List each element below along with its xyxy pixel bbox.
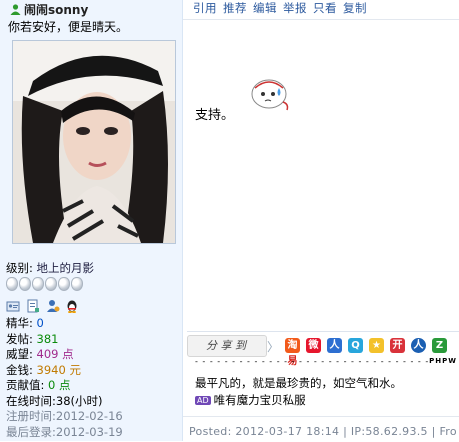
edit-link[interactable]: 编辑 — [253, 1, 277, 15]
stat-last-login: 最后登录:2012-03-19 — [6, 424, 123, 439]
username[interactable]: 闹闹sonny — [10, 1, 88, 18]
message-icon[interactable] — [26, 299, 40, 313]
signature-motto: 最平凡的，就是最珍贵的，如空气和水。 — [195, 376, 402, 390]
share-people-icon[interactable]: 人 — [411, 338, 426, 353]
signature-separator: - - - - - - - - - - - - - - - - - - - - … — [195, 357, 457, 366]
post-footer: Posted: 2012-03-17 18:14 | IP:58.62.93.5… — [183, 416, 459, 442]
share-bar: 分 享 到 〉 淘微人 Q ★ 开人 Z易 — [187, 331, 459, 369]
share-qzone-icon[interactable]: Q — [348, 338, 363, 353]
ad-link[interactable]: AD 唯有魔力宝贝私服 — [195, 392, 306, 408]
stat-online: 在线时间:38(小时) — [6, 393, 103, 408]
user-signature: 你若安好，便是晴天。 — [8, 20, 129, 34]
stat-money: 金钱: 3940 元 — [6, 362, 81, 377]
avatar[interactable] — [12, 40, 176, 244]
level-orb-icon — [6, 277, 18, 291]
recommend-link[interactable]: 推荐 — [223, 1, 247, 15]
divider — [183, 19, 459, 20]
post-body: 引用 推荐 编辑 举报 只看 复制 支持。 分 享 到 〉 淘微人 Q ★ 开人 Z易 - - -… — [183, 0, 459, 441]
share-zhuaxia-icon[interactable]: Z — [432, 338, 447, 353]
qq-penguin-icon[interactable] — [65, 299, 79, 313]
stat-posts: 发帖: 381 — [6, 331, 59, 346]
quote-link[interactable]: 引用 — [193, 1, 217, 15]
stat-contrib: 贡献值: 0 点 — [6, 378, 71, 392]
user-level: 级别: 地上的月影 — [6, 261, 95, 275]
ad-badge: AD — [195, 396, 211, 405]
user-stats: 精华: 0 发帖: 381 威望: 409 点 金钱: 3940 元 贡献值: … — [6, 316, 123, 440]
share-arrow-icon: 〉 — [267, 340, 280, 354]
level-orb-icon — [71, 277, 83, 291]
level-orb-icon — [32, 277, 44, 291]
posted-info: Posted: 2012-03-17 18:14 | IP:58.62.93.5… — [189, 425, 457, 438]
user-sidebar: 闹闹sonny 你若安好，便是晴天。 级别: 地上的月影 精华: 0 发帖: 3… — [0, 0, 183, 441]
stat-jinghua: 精华: 0 — [6, 316, 44, 330]
only-view-link[interactable]: 只看 — [313, 1, 337, 15]
level-orb-icon — [19, 277, 31, 291]
share-weibo-icon[interactable]: 微 — [306, 338, 321, 353]
add-friend-icon[interactable] — [46, 299, 60, 313]
copy-link[interactable]: 复制 — [343, 1, 367, 15]
share-kaixin-icon[interactable]: 开 — [390, 338, 405, 353]
stat-weiwang: 威望: 409 点 — [6, 347, 74, 361]
stat-register-time: 注册时间:2012-02-16 — [6, 409, 123, 423]
post-content: 支持。 — [195, 108, 235, 123]
avatar-image — [13, 41, 175, 243]
level-orb-icon — [45, 277, 57, 291]
user-green-icon — [10, 4, 21, 15]
share-taobao-icon[interactable]: 淘 — [285, 338, 300, 353]
emoticon-icon — [249, 74, 293, 117]
post-actions: 引用 推荐 编辑 举报 只看 复制 — [193, 0, 373, 16]
share-label: 分 享 到 — [187, 335, 267, 357]
level-orbs — [6, 277, 84, 294]
report-link[interactable]: 举报 — [283, 1, 307, 15]
share-renren-icon[interactable]: 人 — [327, 338, 342, 353]
profile-card-icon[interactable] — [6, 299, 20, 313]
share-favorite-icon[interactable]: ★ — [369, 338, 384, 353]
level-orb-icon — [58, 277, 70, 291]
level-value: 地上的月影 — [36, 261, 95, 275]
user-action-icons — [6, 298, 81, 313]
